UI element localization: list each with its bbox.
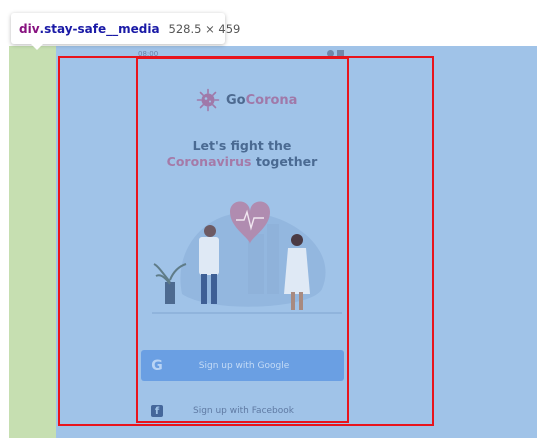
- highlight-box-inner: [136, 57, 349, 423]
- padding-overlay: [9, 46, 56, 438]
- tooltip-arrow: [31, 44, 43, 50]
- tooltip-class: .stay-safe__media: [39, 21, 160, 36]
- tooltip-tag: div: [19, 21, 40, 36]
- inspector-tooltip: div .stay-safe__media 528.5 × 459: [11, 13, 240, 50]
- tooltip-dimensions: 528.5 × 459: [168, 21, 241, 36]
